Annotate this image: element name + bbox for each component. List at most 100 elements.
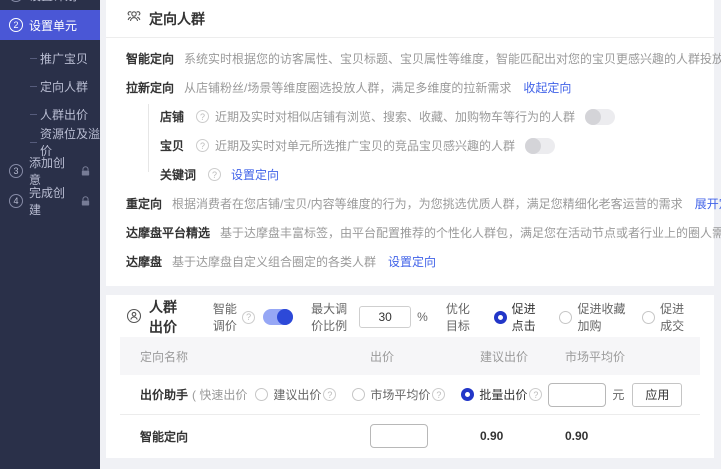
col-bid-header: 出价 <box>370 348 480 365</box>
help-icon[interactable]: ? <box>432 388 445 401</box>
help-icon[interactable]: ? <box>242 311 255 324</box>
sidebar-item-promote-item[interactable]: 推广宝贝 <box>0 44 100 72</box>
sidebar-step-finish-create[interactable]: 4 完成创建 <box>0 186 100 216</box>
dmp-row: 达摩盘 基于达摩盘自定义组合圈定的各类人群 设置定向 <box>106 247 714 276</box>
batch-bid-input[interactable] <box>548 383 606 407</box>
goal-collect-radio[interactable] <box>559 311 572 324</box>
unit-substeps: 推广宝贝 定向人群 人群出价 资源位及溢价 <box>0 40 100 156</box>
col-market-header: 市场平均价 <box>565 348 700 365</box>
retargeting-row: 重定向 根据消费者在您店铺/宝贝/内容等维度的行为，为您挑选优质人群，满足您精细… <box>106 189 714 218</box>
shop-toggle[interactable] <box>585 109 615 125</box>
sidebar-step-add-creative[interactable]: 3 添加创意 <box>0 156 100 186</box>
smart-price-group: 智能调价 ? <box>213 300 293 334</box>
targeting-card-header: 定向人群 <box>106 0 714 38</box>
crowd-icon <box>126 9 142 28</box>
step-4-number: 4 <box>9 194 23 208</box>
step-1-label: 设置计划 <box>29 0 77 4</box>
col-name-header: 定向名称 <box>140 348 370 365</box>
yuan-unit: 元 <box>612 386 624 403</box>
bidding-card: 人群出价 智能调价 ? 最大调价比例 % 优化目标 促进点击 促进收藏加购 促进… <box>106 295 714 458</box>
bidding-title-group: 人群出价 <box>126 297 189 337</box>
batch-bid-label[interactable]: 批量出价 <box>479 386 527 403</box>
pull-new-desc: 从店铺粉丝/场景等维度圈选投放人群，满足多维度的拉新需求 <box>184 79 511 96</box>
lock-icon <box>80 166 91 177</box>
max-ratio-group: 最大调价比例 % <box>311 300 428 334</box>
dmp-featured-label: 达摩盘平台精选 <box>126 224 210 241</box>
smart-targeting-bid-input[interactable] <box>370 424 428 448</box>
retargeting-desc: 根据消费者在您店铺/宝贝/内容等维度的行为，为您挑选优质人群，满足您精细化老客运… <box>172 195 683 212</box>
bid-helper-row: 出价助手 ( 快速出价 建议出价 ? 市场平均价 ? 批量出价 ? 元 应用 <box>120 375 700 415</box>
help-icon[interactable]: ? <box>196 139 209 152</box>
bid-helper-label: 出价助手 <box>140 386 188 403</box>
quick-bid-label: ( 快速出价 <box>192 386 247 403</box>
suggest-bid-radio[interactable] <box>255 388 268 401</box>
targeting-title: 定向人群 <box>149 9 205 29</box>
bidding-header: 人群出价 智能调价 ? 最大调价比例 % 优化目标 促进点击 促进收藏加购 促进… <box>106 301 714 333</box>
collapse-targeting-link[interactable]: 收起定向 <box>523 79 571 96</box>
targeting-card: 定向人群 智能定向 系统实时根据您的访客属性、宝贝标题、宝贝属性等维度，智能匹配… <box>106 0 714 286</box>
help-icon[interactable]: ? <box>208 168 221 181</box>
step-3-label: 添加创意 <box>29 154 74 188</box>
market-price-label[interactable]: 市场平均价 <box>370 386 430 403</box>
wizard-sidebar: 1 设置计划 2 设置单元 推广宝贝 定向人群 人群出价 资源位及溢价 3 添加… <box>0 0 100 469</box>
dmp-featured-row: 达摩盘平台精选 基于达摩盘丰富标签，由平台配置推荐的个性化人群包，满足您在活动节… <box>106 218 714 247</box>
coin-person-icon <box>126 308 142 327</box>
step-2-label: 设置单元 <box>29 17 77 34</box>
shop-label: 店铺 <box>160 108 184 125</box>
lock-icon <box>80 196 91 207</box>
suggest-bid-label[interactable]: 建议出价 <box>273 386 321 403</box>
sidebar-item-placement-premium[interactable]: 资源位及溢价 <box>0 128 100 156</box>
keyword-set-targeting-link[interactable]: 设置定向 <box>231 166 279 183</box>
sidebar-item-audience-bid[interactable]: 人群出价 <box>0 100 100 128</box>
keyword-targeting-row: 关键词 ? 设置定向 <box>106 160 714 189</box>
shop-desc: 近期及实时对相似店铺有浏览、搜索、收藏、加购物车等行为的人群 <box>215 108 575 125</box>
max-ratio-input[interactable] <box>359 306 411 328</box>
smart-targeting-desc: 系统实时根据您的访客属性、宝贝标题、宝贝属性等维度，智能匹配出对您的宝贝更感兴趣… <box>184 50 721 67</box>
dmp-featured-desc: 基于达摩盘丰富标签，由平台配置推荐的个性化人群包，满足您在活动节点或者行业上的圈… <box>220 224 721 241</box>
pull-new-targeting-row: 拉新定向 从店铺粉丝/场景等维度圈选投放人群，满足多维度的拉新需求 收起定向 <box>106 73 714 102</box>
market-avg-value: 0.90 <box>565 429 700 443</box>
goal-click-radio[interactable] <box>494 311 507 324</box>
smart-targeting-bid-row: 智能定向 0.90 0.90 <box>120 415 700 457</box>
smart-price-label: 智能调价 <box>213 300 240 334</box>
goal-click-label[interactable]: 促进点击 <box>512 300 546 334</box>
dmp-set-link[interactable]: 设置定向 <box>388 253 436 270</box>
goal-deal-radio[interactable] <box>642 311 655 324</box>
sidebar-step-setup-unit[interactable]: 2 设置单元 <box>0 10 100 40</box>
retargeting-label: 重定向 <box>126 195 162 212</box>
goal-group: 优化目标 促进点击 促进收藏加购 促进成交 <box>446 300 694 334</box>
step-1-number: 1 <box>9 0 23 2</box>
expand-targeting-link[interactable]: 展开定向 <box>695 195 721 212</box>
smart-targeting-row: 智能定向 系统实时根据您的访客属性、宝贝标题、宝贝属性等维度，智能匹配出对您的宝… <box>106 44 714 73</box>
goal-deal-label[interactable]: 促进成交 <box>660 300 694 334</box>
step-3-number: 3 <box>9 164 23 178</box>
item-label: 宝贝 <box>160 137 184 154</box>
help-icon[interactable]: ? <box>196 110 209 123</box>
sidebar-step-setup-plan[interactable]: 1 设置计划 <box>0 0 100 10</box>
col-suggest-header: 建议出价 <box>480 348 565 365</box>
market-price-radio[interactable] <box>352 388 365 401</box>
goal-collect-label[interactable]: 促进收藏加购 <box>577 300 628 334</box>
item-targeting-row: 宝贝 ? 近期及实时对单元所选推广宝贝的竞品宝贝感兴趣的人群 <box>106 131 714 160</box>
bid-table: 定向名称 出价 建议出价 市场平均价 出价助手 ( 快速出价 建议出价 ? 市场… <box>120 337 700 457</box>
step-2-number: 2 <box>9 18 23 32</box>
dmp-desc: 基于达摩盘自定义组合圈定的各类人群 <box>172 253 376 270</box>
apply-button[interactable]: 应用 <box>632 383 682 407</box>
pull-new-label: 拉新定向 <box>126 79 174 96</box>
sidebar-item-targeting-audience[interactable]: 定向人群 <box>0 72 100 100</box>
item-toggle[interactable] <box>525 138 555 154</box>
step-4-label: 完成创建 <box>29 184 74 218</box>
smart-price-toggle[interactable] <box>263 309 293 325</box>
help-icon[interactable]: ? <box>323 388 336 401</box>
item-desc: 近期及实时对单元所选推广宝贝的竞品宝贝感兴趣的人群 <box>215 137 515 154</box>
dmp-label: 达摩盘 <box>126 253 162 270</box>
max-ratio-label: 最大调价比例 <box>311 300 353 334</box>
goal-label: 优化目标 <box>446 300 480 334</box>
bid-row-name: 智能定向 <box>140 428 370 445</box>
percent-sign: % <box>417 310 428 324</box>
batch-bid-radio[interactable] <box>461 388 474 401</box>
bid-table-header: 定向名称 出价 建议出价 市场平均价 <box>120 337 700 375</box>
help-icon[interactable]: ? <box>529 388 542 401</box>
keyword-label: 关键词 <box>160 166 196 183</box>
smart-targeting-label: 智能定向 <box>126 50 174 67</box>
